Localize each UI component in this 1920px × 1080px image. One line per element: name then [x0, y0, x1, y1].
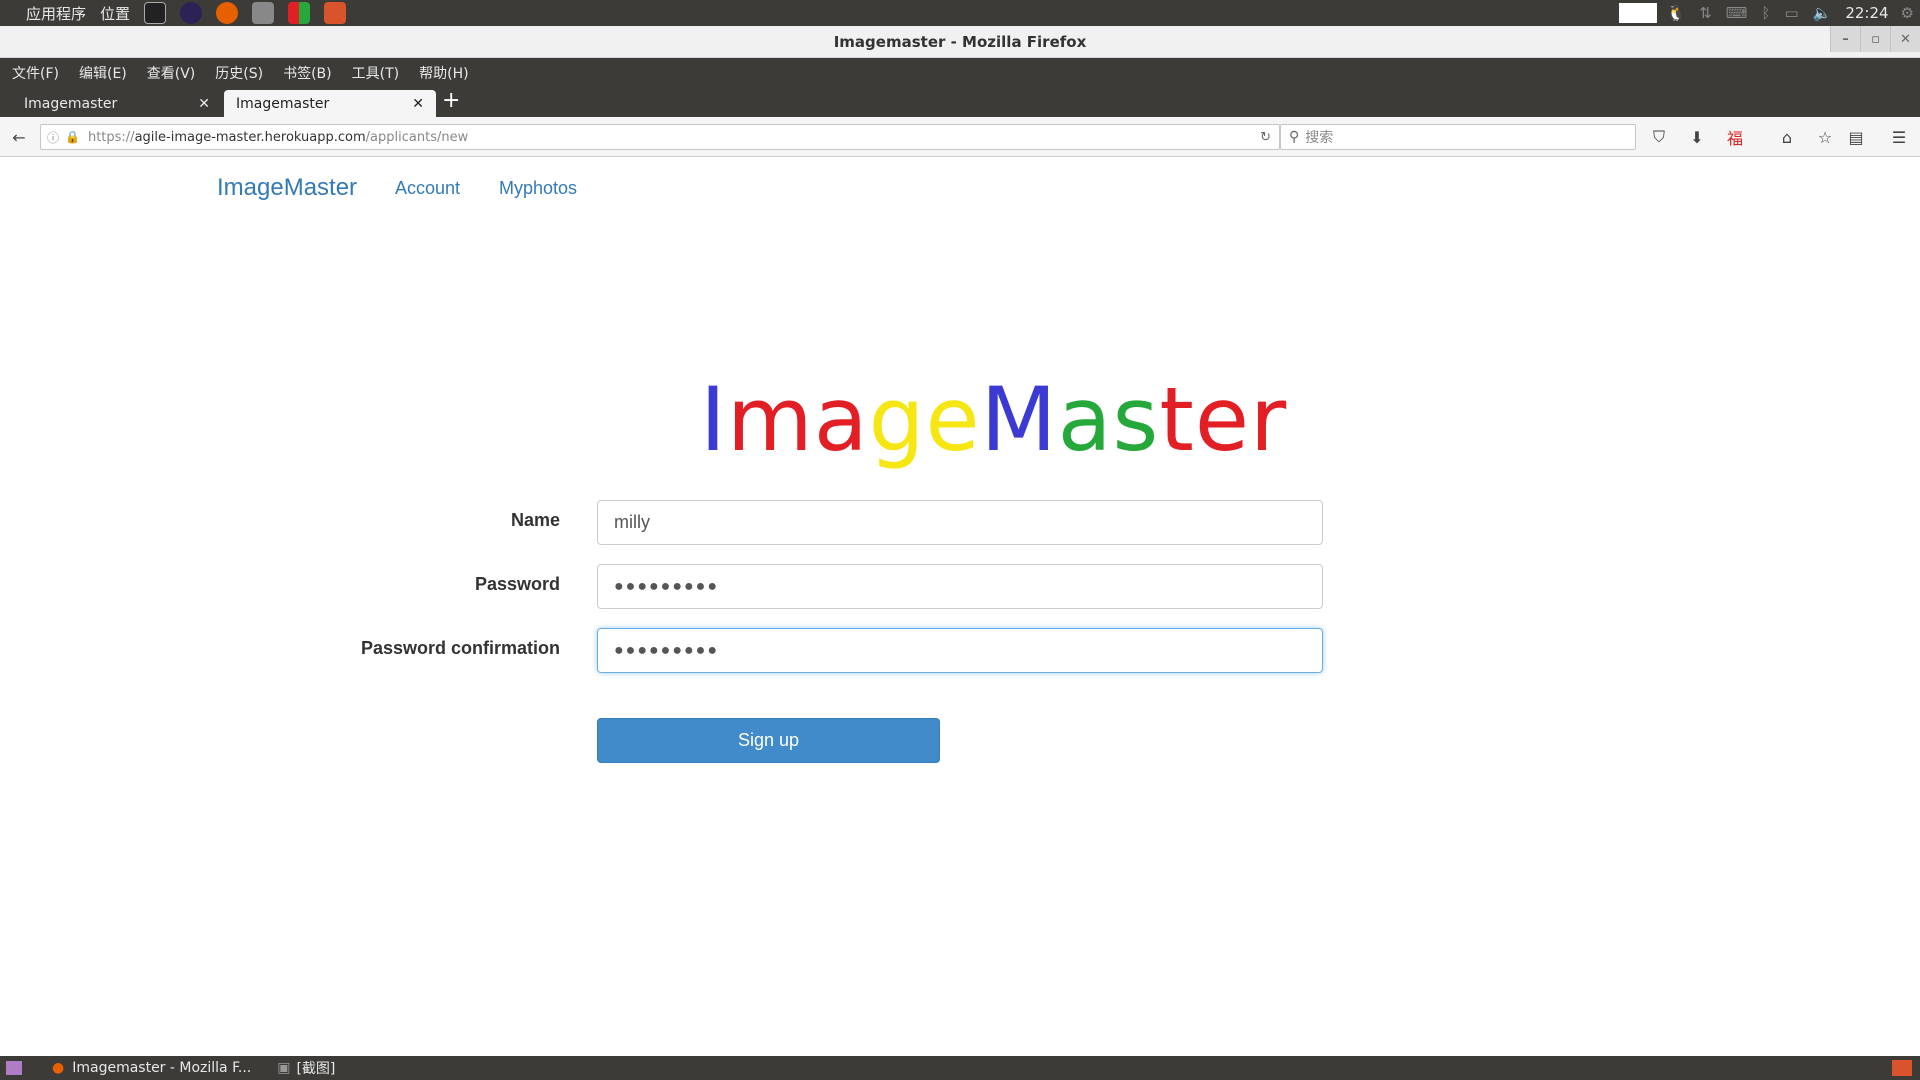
firefox-icon[interactable] — [216, 2, 239, 24]
url-host: agile-image-master.herokuapp.com — [134, 129, 366, 145]
password-confirmation-mask: ●●●●●●●●● — [614, 641, 719, 659]
eclipse-icon[interactable] — [180, 2, 203, 24]
battery-icon[interactable]: ▭ — [1784, 4, 1798, 22]
reader-list-icon[interactable]: ▤ — [1845, 126, 1867, 148]
navigation-toolbar: ← ⓘ 🔒 https://agile-image-master.herokua… — [0, 117, 1920, 157]
nav-link-account[interactable]: Account — [395, 178, 460, 199]
back-arrow-icon[interactable]: ← — [8, 126, 30, 148]
logo-letter: M — [980, 368, 1058, 471]
printer-icon[interactable] — [252, 2, 275, 24]
hamburger-menu-icon[interactable]: ☰ — [1888, 126, 1910, 148]
logo-letter: e — [925, 368, 981, 471]
name-value: milly — [614, 512, 650, 532]
addon-icon[interactable]: 福 — [1724, 126, 1746, 148]
bookmark-star-icon[interactable]: ☆ — [1814, 126, 1836, 148]
close-window-icon[interactable]: ✕ — [1890, 26, 1920, 52]
clock[interactable]: 22:24 — [1845, 4, 1888, 22]
taskbar-item-screenshot[interactable]: [截图] — [296, 1058, 335, 1078]
window-title-bar: Imagemaster - Mozilla Firefox – ▫ ✕ — [0, 26, 1920, 58]
screenshot-task-icon: ▣ — [277, 1060, 291, 1076]
tab-imagemaster-1[interactable]: Imagemaster ✕ — [12, 90, 222, 117]
logo-letter: a — [1057, 368, 1113, 471]
info-icon[interactable]: ⓘ — [47, 129, 59, 146]
menu-bar: 文件(F) 编辑(E) 查看(V) 历史(S) 书签(B) 工具(T) 帮助(H… — [0, 58, 1920, 87]
minimize-icon[interactable]: – — [1830, 26, 1860, 52]
trash-icon[interactable] — [1892, 1060, 1912, 1076]
terminal-icon[interactable] — [144, 2, 167, 24]
password-label: Password — [474, 574, 560, 594]
search-placeholder: 搜索 — [1305, 130, 1334, 146]
taskbar-item-firefox[interactable]: Imagemaster - Mozilla F... — [72, 1060, 251, 1076]
tab-label: Imagemaster — [24, 95, 118, 112]
logo-letter: a — [813, 368, 869, 471]
tab-label: Imagemaster — [236, 95, 330, 112]
name-label: Name — [510, 510, 560, 530]
color-app-icon[interactable] — [288, 2, 311, 24]
password-field[interactable]: ●●●●●●●●● — [597, 564, 1323, 609]
logo-letter: t — [1159, 368, 1195, 471]
tab-bar: Imagemaster ✕ Imagemaster ✕ — [0, 87, 1920, 117]
logo-letter: s — [1112, 368, 1160, 471]
close-tab-icon[interactable]: ✕ — [412, 96, 424, 112]
home-folder-icon[interactable] — [324, 2, 347, 24]
menu-history[interactable]: 历史(S) — [215, 63, 263, 83]
imagemaster-logo: ImageMaster — [700, 368, 1286, 471]
sign-up-button[interactable]: Sign up — [597, 718, 940, 763]
show-desktop-icon[interactable] — [6, 1061, 22, 1075]
logo-letter: m — [726, 368, 814, 471]
url-prefix: https:// — [87, 129, 135, 145]
menu-help[interactable]: 帮助(H) — [419, 63, 468, 83]
site-brand-link[interactable]: ImageMaster — [217, 174, 357, 202]
url-path: /applicants/new — [365, 129, 469, 145]
close-tab-icon[interactable]: ✕ — [198, 96, 210, 112]
logo-letter: r — [1250, 368, 1288, 471]
network-icon[interactable]: ⇅ — [1699, 4, 1712, 22]
password-confirmation-field[interactable]: ●●●●●●●●● — [597, 628, 1323, 673]
password-mask: ●●●●●●●●● — [614, 577, 719, 595]
nav-link-myphotos[interactable]: Myphotos — [499, 178, 577, 199]
logo-letter: I — [700, 368, 727, 471]
menu-tools[interactable]: 工具(T) — [352, 63, 399, 83]
url-bar[interactable]: ⓘ 🔒 https://agile-image-master.herokuapp… — [40, 124, 1280, 150]
tab-imagemaster-2[interactable]: Imagemaster ✕ — [224, 90, 436, 117]
settings-gear-icon[interactable]: ⚙ — [1901, 4, 1914, 22]
logo-letter: g — [868, 368, 926, 471]
keyboard-layout-icon[interactable]: ⌨ — [1726, 4, 1748, 22]
new-tab-plus-icon[interactable]: + — [442, 88, 460, 113]
menu-edit[interactable]: 编辑(E) — [79, 63, 127, 83]
search-icon: ⚲ — [1289, 129, 1300, 145]
system-top-panel: 应用程序 位置 🐧 ⇅ ⌨ ᛒ ▭ 🔈 22:24 ⚙ — [0, 0, 1920, 26]
volume-icon[interactable]: 🔈 — [1813, 4, 1832, 22]
reload-icon[interactable]: ↻ — [1260, 130, 1271, 145]
menu-file[interactable]: 文件(F) — [12, 63, 59, 83]
lock-icon[interactable]: 🔒 — [65, 130, 80, 144]
home-icon[interactable]: ⌂ — [1776, 126, 1798, 148]
window-controls: – ▫ ✕ — [1830, 26, 1920, 52]
search-bar[interactable]: ⚲ 搜索 — [1280, 124, 1636, 150]
input-method-icon[interactable] — [1618, 3, 1657, 23]
qq-penguin-icon[interactable]: 🐧 — [1667, 4, 1686, 22]
pocket-icon[interactable]: ⛉ — [1648, 126, 1670, 148]
bottom-taskbar: ● Imagemaster - Mozilla F... ▣ [截图] — [0, 1056, 1920, 1080]
places-menu[interactable]: 位置 — [100, 3, 130, 24]
menu-view[interactable]: 查看(V) — [147, 63, 196, 83]
download-icon[interactable]: ⬇ — [1686, 126, 1708, 148]
logo-letter: e — [1194, 368, 1251, 471]
firefox-task-icon: ● — [52, 1060, 65, 1076]
name-field[interactable]: milly — [597, 500, 1323, 545]
window-title: Imagemaster - Mozilla Firefox — [833, 32, 1087, 51]
url-text: https://agile-image-master.herokuapp.com… — [88, 130, 468, 145]
bluetooth-icon[interactable]: ᛒ — [1761, 4, 1770, 22]
apps-menu[interactable]: 应用程序 — [26, 3, 86, 24]
menu-bookmarks[interactable]: 书签(B) — [283, 63, 332, 83]
maximize-icon[interactable]: ▫ — [1860, 26, 1890, 52]
password-confirmation-label: Password confirmation — [360, 638, 560, 658]
